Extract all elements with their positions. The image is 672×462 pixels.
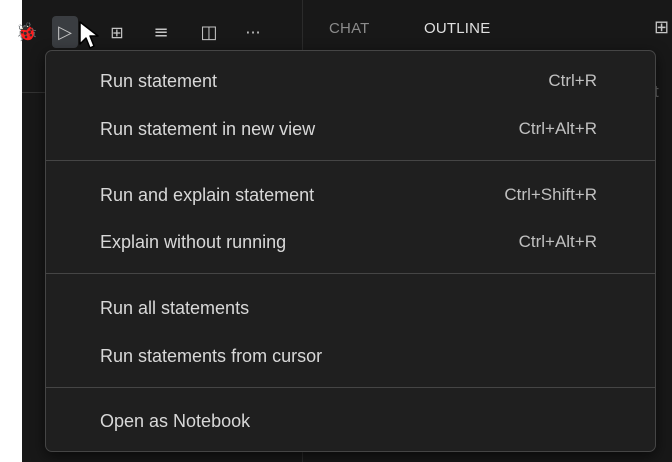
- menu-item-label: Open as Notebook: [100, 410, 251, 431]
- tab-chat[interactable]: CHAT: [329, 20, 370, 37]
- menu-item-run-statements-from-cursor[interactable]: Run statements from cursor: [50, 334, 651, 378]
- menu-item-label: Run all statements: [100, 297, 250, 318]
- tab-outline[interactable]: OUTLINE: [424, 20, 490, 37]
- menu-item-shortcut: Ctrl+Alt+R: [518, 119, 597, 138]
- screenshot-root: 🐞 ▷ ⊞ ≡ ◫ ··· CHAT OUTLINE t ⊞ Run state…: [0, 0, 672, 462]
- menu-separator: [46, 387, 655, 388]
- menu-item-label: Run statements from cursor: [100, 345, 323, 366]
- menu-item-run-statement-new-view[interactable]: Run statement in new view Ctrl+Alt+R: [50, 107, 651, 151]
- debug-icon[interactable]: 🐞: [14, 16, 40, 48]
- menu-separator: [46, 273, 655, 274]
- menu-item-run-statement[interactable]: Run statement Ctrl+R: [50, 59, 651, 103]
- more-actions-icon[interactable]: ···: [240, 16, 266, 48]
- menu-item-label: Run and explain statement: [100, 184, 315, 205]
- menu-item-run-and-explain[interactable]: Run and explain statement Ctrl+Shift+R: [50, 173, 651, 217]
- split-editor-icon[interactable]: ◫: [196, 16, 222, 48]
- menu-item-explain-without-running[interactable]: Explain without running Ctrl+Alt+R: [50, 220, 651, 264]
- menu-item-shortcut: Ctrl+Alt+R: [518, 232, 597, 251]
- variables-icon[interactable]: ⊞: [104, 16, 130, 48]
- editor-tab-line: [22, 92, 46, 93]
- menu-item-open-as-notebook[interactable]: Open as Notebook: [50, 399, 651, 443]
- menu-separator: [46, 160, 655, 161]
- run-context-menu: Run statement Ctrl+R Run statement in ne…: [45, 50, 656, 452]
- menu-item-run-all-statements[interactable]: Run all statements: [50, 286, 651, 330]
- menu-item-shortcut: Ctrl+Shift+R: [504, 185, 597, 204]
- menu-item-label: Run statement: [100, 70, 218, 91]
- panel-layout-icon[interactable]: ⊞: [654, 17, 669, 38]
- mouse-pointer-icon: [79, 21, 99, 49]
- menu-item-shortcut: Ctrl+R: [548, 71, 597, 90]
- menu-item-label: Explain without running: [100, 231, 287, 252]
- run-icon[interactable]: ▷: [52, 16, 78, 48]
- clear-format-icon[interactable]: ≡: [148, 16, 174, 48]
- menu-item-label: Run statement in new view: [100, 118, 316, 139]
